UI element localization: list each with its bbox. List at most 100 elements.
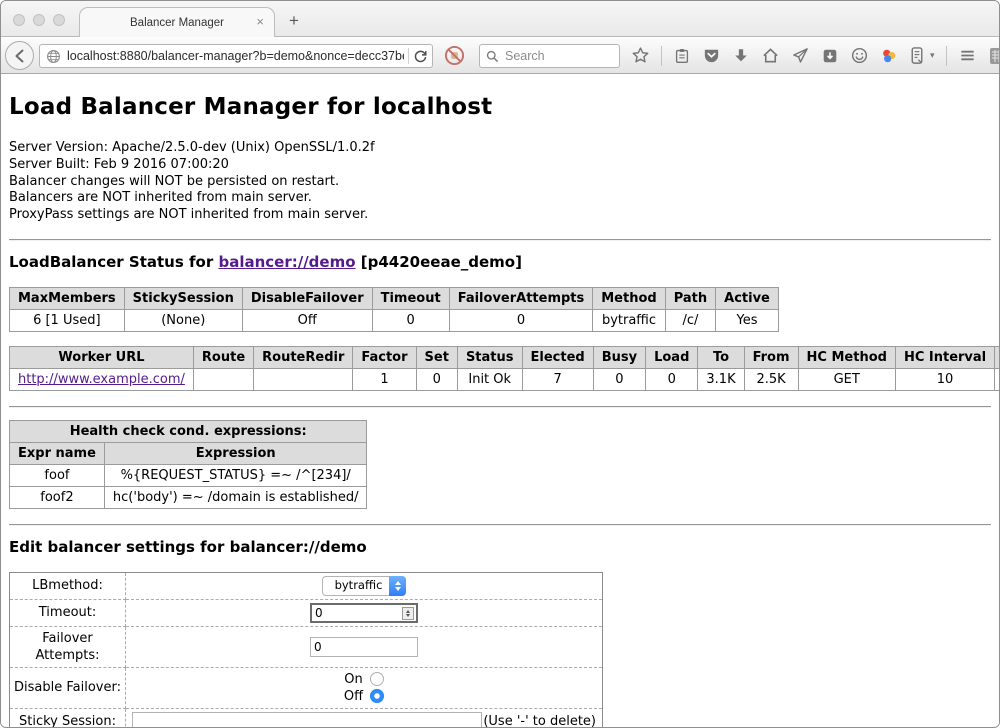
- search-input[interactable]: [505, 49, 605, 63]
- col-from: From: [744, 346, 798, 368]
- status-heading-prefix: LoadBalancer Status for: [9, 253, 218, 271]
- form-row-failover-attempts: Failover Attempts:: [10, 626, 603, 667]
- table-header-row: MaxMembers StickySession DisableFailover…: [10, 287, 779, 309]
- home-icon[interactable]: [761, 46, 780, 65]
- menu-icon[interactable]: [958, 46, 977, 65]
- colors-icon[interactable]: [880, 47, 898, 65]
- cell-expression: hc('body') =~ /domain is established/: [104, 486, 367, 508]
- search-bar[interactable]: [479, 44, 620, 68]
- cell-to: 3.1K: [698, 368, 744, 390]
- titlebar: Balancer Manager × +: [1, 1, 999, 37]
- col-factor: Factor: [353, 346, 416, 368]
- urlbar-divider: [408, 48, 409, 64]
- balancer-status-table: MaxMembers StickySession DisableFailover…: [9, 287, 779, 332]
- reload-icon[interactable]: [413, 49, 428, 64]
- toolbar-icons: ▾: [631, 37, 1000, 74]
- cell-set: 0: [416, 368, 457, 390]
- send-tab-icon[interactable]: [791, 46, 810, 65]
- table-header-row: Expr name Expression: [10, 442, 367, 464]
- minimize-window-button[interactable]: [33, 14, 45, 26]
- cell-active: Yes: [716, 309, 779, 331]
- sticky-session-label: Sticky Session:: [10, 708, 126, 728]
- bookmark-star-icon[interactable]: [631, 46, 650, 65]
- zoom-window-button[interactable]: [53, 14, 65, 26]
- cell-factor: 1: [353, 368, 416, 390]
- col-routeredir: RouteRedir: [254, 346, 353, 368]
- url-text[interactable]: localhost:8880/balancer-manager?b=demo&n…: [67, 49, 404, 63]
- pocket-icon[interactable]: [702, 46, 721, 65]
- save-to-device-icon[interactable]: [821, 47, 839, 65]
- col-path: Path: [665, 287, 715, 309]
- cell-failoverattempts: 0: [449, 309, 593, 331]
- cell-passes: 1 (0): [995, 368, 1000, 390]
- server-built: Server Built: Feb 9 2016 07:00:20: [9, 157, 991, 174]
- cell-elected: 7: [522, 368, 593, 390]
- downloads-icon[interactable]: [732, 47, 750, 65]
- content-blocker-icon[interactable]: [444, 45, 465, 66]
- server-version: Server Version: Apache/2.5.0-dev (Unix) …: [9, 140, 991, 157]
- timeout-label: Timeout:: [10, 599, 126, 626]
- page-tiles-icon[interactable]: [988, 46, 1000, 66]
- number-spinner-icon[interactable]: [402, 607, 414, 620]
- balancer-demo-link[interactable]: balancer://demo: [218, 253, 355, 271]
- table-row: 6 [1 Used] (None) Off 0 0 bytraffic /c/ …: [10, 309, 779, 331]
- edit-balancer-form: LBmethod: bytraffic Timeout:: [9, 572, 603, 728]
- col-expr-name: Expr name: [10, 442, 105, 464]
- col-method: Method: [593, 287, 665, 309]
- back-button[interactable]: [5, 41, 34, 70]
- chevron-down-icon[interactable]: ▾: [930, 50, 935, 61]
- lbmethod-select[interactable]: bytraffic: [322, 576, 407, 596]
- col-timeout: Timeout: [372, 287, 449, 309]
- col-maxmembers: MaxMembers: [10, 287, 125, 309]
- search-icon: [486, 50, 499, 63]
- disable-failover-label: Disable Failover:: [10, 667, 126, 708]
- cell-route: [193, 368, 253, 390]
- tab-title: Balancer Manager: [130, 17, 224, 29]
- cell-routeredir: [254, 368, 353, 390]
- notice-proxypass: ProxyPass settings are NOT inherited fro…: [9, 207, 991, 224]
- url-bar[interactable]: localhost:8880/balancer-manager?b=demo&n…: [39, 44, 433, 68]
- col-elected: Elected: [522, 346, 593, 368]
- col-hc-method: HC Method: [798, 346, 895, 368]
- cell-status: Init Ok: [457, 368, 522, 390]
- cell-timeout: 0: [372, 309, 449, 331]
- col-busy: Busy: [593, 346, 645, 368]
- disable-failover-off-radio[interactable]: [370, 689, 384, 703]
- back-arrow-icon: [12, 48, 28, 64]
- col-expression: Expression: [104, 442, 367, 464]
- lbmethod-label: LBmethod:: [10, 572, 126, 599]
- col-active: Active: [716, 287, 779, 309]
- clipboard-icon[interactable]: [673, 47, 691, 65]
- divider: [9, 524, 991, 526]
- cell-from: 2.5K: [744, 368, 798, 390]
- disable-failover-on-radio[interactable]: [370, 672, 384, 686]
- window-controls: [13, 14, 65, 26]
- radio-on-label: On: [344, 671, 362, 688]
- worker-url-link[interactable]: http://www.example.com/: [18, 372, 185, 387]
- sticky-session-input[interactable]: [132, 712, 482, 728]
- cell-expression: %{REQUEST_STATUS} =~ /^[234]/: [104, 464, 367, 486]
- col-to: To: [698, 346, 744, 368]
- col-disablefailover: DisableFailover: [242, 287, 372, 309]
- form-row-timeout: Timeout:: [10, 599, 603, 626]
- failover-attempts-input[interactable]: [310, 637, 418, 657]
- col-hc-interval: HC Interval: [895, 346, 994, 368]
- globe-icon: [46, 49, 61, 64]
- lbmethod-selected-value: bytraffic: [335, 577, 383, 594]
- close-window-button[interactable]: [13, 14, 25, 26]
- new-tab-button[interactable]: +: [289, 11, 299, 31]
- cell-disablefailover: Off: [242, 309, 372, 331]
- worker-table: Worker URL Route RouteRedir Factor Set S…: [9, 346, 1000, 391]
- feedback-smiley-icon[interactable]: [850, 46, 869, 65]
- tab-close-icon[interactable]: ×: [256, 15, 264, 28]
- col-route: Route: [193, 346, 253, 368]
- failover-attempts-label: Failover Attempts:: [10, 626, 126, 667]
- tab-balancer-manager[interactable]: Balancer Manager ×: [79, 7, 275, 38]
- form-row-disable-failover: Disable Failover: On Off: [10, 667, 603, 708]
- status-heading-suffix: [p4420eeae_demo]: [356, 253, 522, 271]
- page-content: Load Balancer Manager for localhost Serv…: [1, 74, 999, 728]
- table-row: foof2 hc('body') =~ /domain is establish…: [10, 486, 367, 508]
- toolbar-separator: [661, 46, 662, 66]
- notes-panel-icon[interactable]: [909, 46, 925, 65]
- col-passes: Passes: [995, 346, 1000, 368]
